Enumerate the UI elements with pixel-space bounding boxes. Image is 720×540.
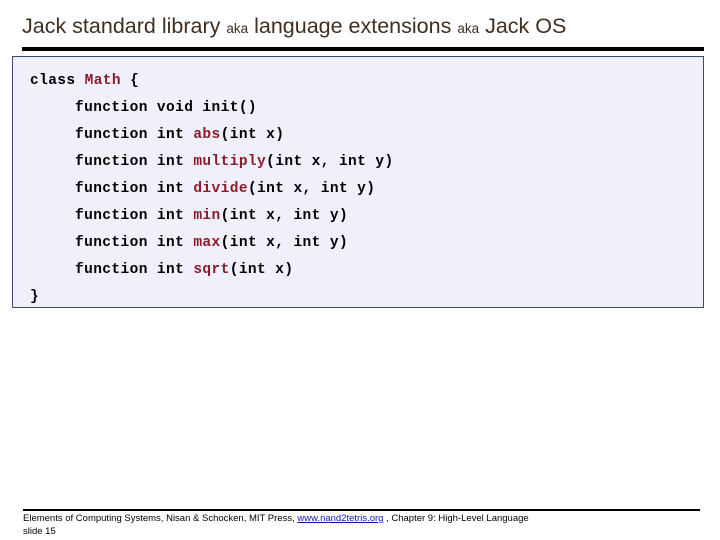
code-keyword-text: function int	[75, 235, 194, 251]
nand2tetris-link[interactable]: www.nand2tetris.org	[297, 513, 383, 524]
title-aka-2: aka	[457, 21, 480, 36]
code-line: function int abs(int x)	[30, 122, 703, 149]
title-divider	[22, 47, 704, 51]
code-line: class Math {	[30, 68, 703, 95]
code-signature-text: (int x, int y)	[247, 181, 376, 197]
title-segment-2: language extensions	[248, 14, 458, 38]
code-line: function void init()	[30, 95, 703, 122]
footer-divider	[23, 509, 700, 511]
code-signature-text: (int x, int y)	[220, 235, 349, 251]
code-identifier: min	[193, 208, 221, 224]
code-block-panel: class Math { function void init() function…	[12, 56, 704, 308]
code-line: function int multiply(int x, int y)	[30, 149, 703, 176]
code-line: function int max(int x, int y)	[30, 230, 703, 257]
code-keyword-text: function int	[75, 127, 194, 143]
code-keyword-text: function int	[75, 262, 194, 278]
footer-credit-suffix: , Chapter 9: High-Level Language	[383, 513, 529, 524]
code-keyword-text: function int	[75, 208, 194, 224]
slide-canvas: Jack standard library aka language exten…	[0, 0, 720, 540]
code-identifier: multiply	[193, 154, 267, 170]
code-keyword-text: function void init()	[75, 100, 258, 116]
title-segment-3: Jack OS	[479, 14, 567, 38]
code-signature-text: (int x)	[220, 127, 285, 143]
code-signature-text: {	[121, 73, 140, 89]
code-keyword-text: class	[30, 73, 85, 89]
title-aka-1: aka	[226, 21, 249, 36]
code-identifier: divide	[193, 181, 248, 197]
slide-footer: Elements of Computing Systems, Nisan & S…	[23, 513, 713, 538]
code-keyword-text: function int	[75, 181, 194, 197]
jack-code-listing: class Math { function void init() function…	[13, 57, 703, 311]
code-line: }	[30, 284, 703, 311]
title-segment-1: Jack standard library	[22, 14, 227, 38]
code-signature-text: (int x)	[229, 262, 294, 278]
code-identifier: Math	[84, 73, 122, 89]
code-identifier: sqrt	[193, 262, 230, 278]
page-title: Jack standard library aka language exten…	[22, 12, 704, 43]
code-identifier: max	[193, 235, 221, 251]
slide-title-area: Jack standard library aka language exten…	[22, 12, 704, 42]
code-line: function int sqrt(int x)	[30, 257, 703, 284]
code-line: function int divide(int x, int y)	[30, 176, 703, 203]
code-line: function int min(int x, int y)	[30, 203, 703, 230]
code-identifier: abs	[193, 127, 221, 143]
code-signature-text: (int x, int y)	[266, 154, 394, 170]
code-keyword-text: }	[30, 289, 40, 305]
footer-credit-line: Elements of Computing Systems, Nisan & S…	[23, 513, 713, 526]
slide-number: slide 15	[23, 525, 56, 537]
code-signature-text: (int x, int y)	[220, 208, 349, 224]
footer-credit-prefix: Elements of Computing Systems, Nisan & S…	[23, 513, 298, 524]
code-keyword-text: function int	[75, 154, 194, 170]
